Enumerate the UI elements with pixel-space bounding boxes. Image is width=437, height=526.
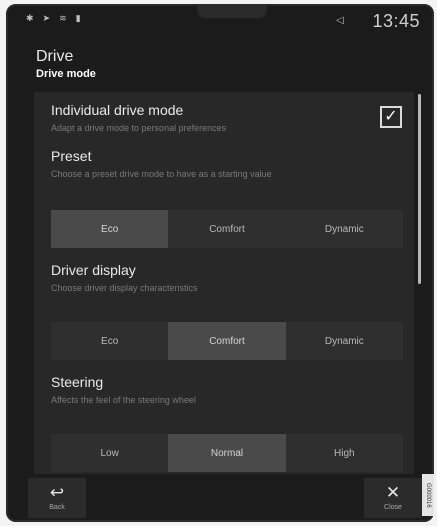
driver-display-option-comfort[interactable]: Comfort bbox=[168, 322, 286, 360]
top-handle[interactable] bbox=[197, 4, 267, 18]
bottom-bar: ↩ Back ✕ Close bbox=[6, 474, 434, 522]
driver-display-option-eco[interactable]: Eco bbox=[51, 322, 169, 360]
back-label: Back bbox=[49, 504, 65, 511]
wifi-icon: ≋ bbox=[59, 13, 67, 23]
clock: 13:45 bbox=[372, 11, 420, 31]
volume-icon: ◁ bbox=[336, 15, 344, 26]
individual-drive-mode-checkbox[interactable]: ✓ bbox=[380, 106, 402, 128]
page-title: Drive bbox=[36, 48, 74, 65]
steering-option-normal[interactable]: Normal bbox=[168, 434, 286, 472]
back-arrow-icon: ↩ bbox=[49, 483, 65, 502]
preset-desc: Choose a preset drive mode to have as a … bbox=[51, 169, 272, 179]
preset-option-eco[interactable]: Eco bbox=[51, 210, 169, 248]
steering-desc: Affects the feel of the steering wheel bbox=[51, 395, 196, 405]
individual-drive-mode-desc: Adapt a drive mode to personal preferenc… bbox=[51, 123, 227, 133]
close-label: Close bbox=[384, 504, 402, 511]
steering-label: Steering bbox=[51, 374, 104, 390]
steering-segmented-control: Low Normal High bbox=[51, 434, 403, 472]
preset-option-dynamic[interactable]: Dynamic bbox=[285, 210, 403, 248]
back-button[interactable]: ↩ Back bbox=[28, 478, 86, 518]
individual-drive-mode-label: Individual drive mode bbox=[51, 102, 184, 118]
page-subtitle: Drive mode bbox=[36, 68, 96, 80]
preset-option-comfort[interactable]: Comfort bbox=[168, 210, 286, 248]
driver-display-option-dynamic[interactable]: Dynamic bbox=[285, 322, 403, 360]
infotainment-screen: ✱ ➤ ≋ ▮ ◁ 13:45 Drive Drive mode Individ… bbox=[6, 4, 434, 522]
driver-display-segmented-control: Eco Comfort Dynamic bbox=[51, 322, 403, 360]
checkmark-icon: ✓ bbox=[384, 108, 398, 125]
signal-icon: ▮ bbox=[75, 13, 81, 23]
status-icons: ✱ ➤ ≋ ▮ bbox=[26, 13, 81, 23]
close-icon: ✕ bbox=[385, 483, 401, 502]
status-bar: ✱ ➤ ≋ ▮ ◁ 13:45 bbox=[6, 4, 434, 40]
navigation-icon: ➤ bbox=[42, 13, 51, 23]
scrollbar[interactable] bbox=[418, 94, 421, 284]
preset-segmented-control: Eco Comfort Dynamic bbox=[51, 210, 403, 248]
preset-label: Preset bbox=[51, 148, 92, 164]
steering-option-high[interactable]: High bbox=[285, 434, 403, 472]
image-code: G000016 bbox=[422, 474, 434, 516]
driver-display-label: Driver display bbox=[51, 262, 136, 278]
bluetooth-icon: ✱ bbox=[26, 13, 34, 23]
driver-display-desc: Choose driver display characteristics bbox=[51, 283, 198, 293]
steering-option-low[interactable]: Low bbox=[51, 434, 169, 472]
settings-panel: Individual drive mode Adapt a drive mode… bbox=[34, 92, 414, 474]
close-button[interactable]: ✕ Close bbox=[364, 478, 422, 518]
